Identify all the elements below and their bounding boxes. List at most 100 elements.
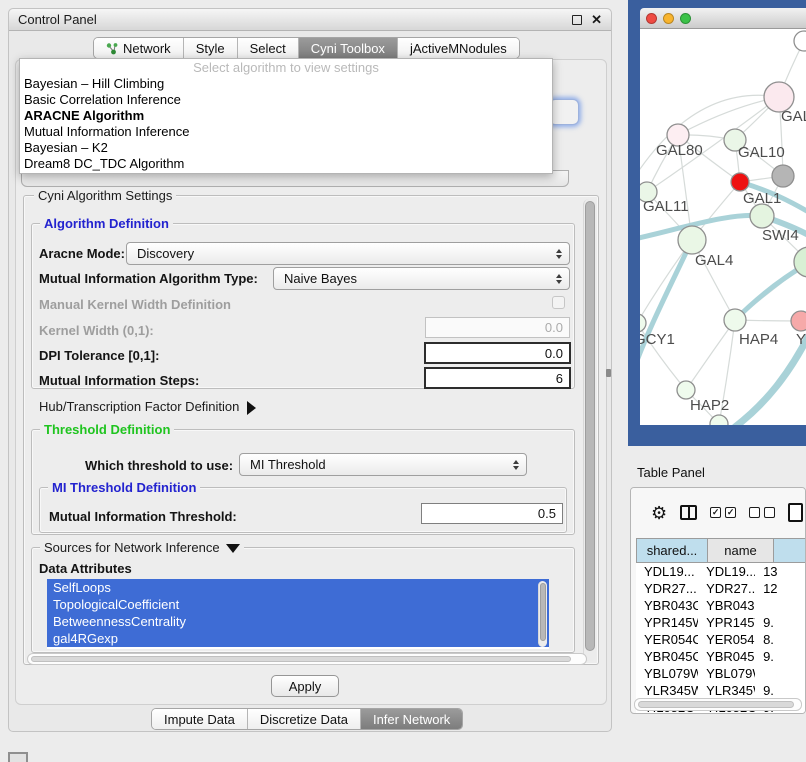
table-cell: YDL19... <box>698 564 755 579</box>
network-node[interactable] <box>772 165 794 187</box>
table-body: YDL19...YDL19...13YDR27...YDR27...12YBR0… <box>636 563 806 714</box>
table-cell: YBR045C <box>698 649 755 664</box>
table-row[interactable]: YDR27...YDR27...12 <box>636 580 806 597</box>
table-row[interactable]: YBL079WYBL079W <box>636 665 806 682</box>
close-window-icon[interactable]: ✕ <box>591 15 602 25</box>
dpi-tolerance-field[interactable]: 0.0 <box>424 342 571 364</box>
table-hscrollbar-thumb[interactable] <box>638 701 794 708</box>
table-row[interactable]: YBR043CYBR043C <box>636 597 806 614</box>
apply-button-label: Apply <box>289 679 322 694</box>
network-node[interactable] <box>750 204 774 228</box>
tab-discretize-data-label: Discretize Data <box>260 712 348 727</box>
node-label-gcy1: GCY1 <box>640 331 675 348</box>
which-threshold-value: MI Threshold <box>250 457 326 472</box>
column-header-name[interactable]: name <box>708 538 774 563</box>
tab-style[interactable]: Style <box>184 38 238 58</box>
network-node[interactable] <box>640 314 646 332</box>
network-window-titlebar[interactable] <box>640 8 806 29</box>
hub-expander[interactable]: Hub/Transcription Factor Definition <box>39 399 256 415</box>
gear-icon[interactable]: ⚙ <box>651 504 667 522</box>
node-label-gal: GAL <box>781 108 806 125</box>
float-window-icon[interactable] <box>572 15 582 25</box>
table-row[interactable]: YPR145WYPR145W9. <box>636 614 806 631</box>
table-cell: YBL079W <box>698 666 755 681</box>
dropdown-item-bayesian-hill-climbing[interactable]: Bayesian – Hill Climbing <box>20 76 552 92</box>
close-traffic-light[interactable] <box>646 13 657 24</box>
manual-kernel-width-checkbox[interactable] <box>552 296 565 309</box>
table-row[interactable]: YDL19...YDL19...13 <box>636 563 806 580</box>
focused-combo-fragment[interactable] <box>549 99 579 125</box>
attribute-item-selfloops[interactable]: SelfLoops <box>47 579 549 596</box>
columns-icon[interactable] <box>680 505 697 520</box>
aracne-mode-combo[interactable]: Discovery <box>126 242 570 265</box>
file-icon[interactable] <box>788 503 803 522</box>
tab-jactivemnodules[interactable]: jActiveMNodules <box>398 38 519 58</box>
table-cell: YDR27... <box>636 581 698 596</box>
network-edge[interactable] <box>640 240 692 374</box>
node-label-swi4: SWI4 <box>762 227 799 244</box>
tab-impute-data[interactable]: Impute Data <box>152 709 248 729</box>
attribute-item-topologicalcoefficient[interactable]: TopologicalCoefficient <box>47 596 549 613</box>
dropdown-item-mutual-information-inference[interactable]: Mutual Information Inference <box>20 124 552 140</box>
dpi-tolerance-label: DPI Tolerance [0,1]: <box>39 348 159 363</box>
table-horizontal-scrollbar[interactable] <box>634 698 802 711</box>
attributes-scrollbar-thumb[interactable] <box>540 583 546 641</box>
settings-vertical-scrollbar[interactable] <box>583 199 596 661</box>
dropdown-item-dream8-dc-tdc-algorithm[interactable]: Dream8 DC_TDC Algorithm <box>20 156 552 172</box>
select-all-icon[interactable]: ✓✓ <box>710 507 736 518</box>
mi-threshold-field[interactable]: 0.5 <box>421 503 563 524</box>
attribute-item-gal4rgexp[interactable]: gal4RGexp <box>47 630 549 647</box>
combo-stepper-icon <box>556 274 562 284</box>
network-canvas[interactable]: GALGAL80GAL10GAL1GAL11SWI4GAL4GCY1HAP4YH… <box>640 29 806 425</box>
dropdown-item-bayesian-k2[interactable]: Bayesian – K2 <box>20 140 552 156</box>
bottom-left-partial-icon[interactable] <box>8 752 28 762</box>
table-row[interactable]: YLR345WYLR345W9. <box>636 682 806 699</box>
table-row[interactable]: YER054CYER054C8. <box>636 631 806 648</box>
mi-steps-value: 6 <box>556 371 563 386</box>
manual-kernel-width-label: Manual Kernel Width Definition <box>39 297 231 312</box>
table-panel-title: Table Panel <box>637 465 705 480</box>
expander-down-icon[interactable] <box>226 544 240 553</box>
node-label-gal1: GAL1 <box>743 190 781 207</box>
table-cell: YBR043C <box>636 598 698 613</box>
minimize-traffic-light[interactable] <box>663 13 674 24</box>
dropdown-item-basic-correlation-inference[interactable]: Basic Correlation Inference <box>20 92 552 108</box>
algorithm-definition-title: Algorithm Definition <box>40 216 173 231</box>
network-edge[interactable] <box>735 261 806 320</box>
table-row[interactable]: YBR045CYBR045C9. <box>636 648 806 665</box>
zoom-traffic-light[interactable] <box>680 13 691 24</box>
tab-cyni-toolbox[interactable]: Cyni Toolbox <box>299 38 398 58</box>
network-edge[interactable] <box>686 320 735 390</box>
kernel-width-field[interactable]: 0.0 <box>425 317 570 338</box>
control-panel-titlebar: Control Panel ✕ <box>9 9 611 31</box>
panel-divider-handle[interactable] <box>606 369 611 377</box>
network-node[interactable] <box>724 309 746 331</box>
settings-hscrollbar-thumb[interactable] <box>31 656 571 662</box>
deselect-all-icon[interactable] <box>749 507 775 518</box>
aracne-mode-label: Aracne Mode: <box>39 246 125 261</box>
mi-steps-field[interactable]: 6 <box>424 367 571 389</box>
table-cell: 12 <box>755 581 806 596</box>
settings-scrollbar-thumb[interactable] <box>585 201 595 651</box>
sources-title-text: Sources for Network Inference <box>44 540 220 555</box>
node-label-gal80: GAL80 <box>656 142 703 159</box>
mi-algorithm-type-combo[interactable]: Naive Bayes <box>273 267 570 290</box>
attribute-item-betweennesscentrality[interactable]: BetweennessCentrality <box>47 613 549 630</box>
tab-network[interactable]: Network <box>94 38 184 58</box>
dropdown-item-aracne-algorithm[interactable]: ARACNE Algorithm <box>20 108 552 124</box>
tab-select[interactable]: Select <box>238 38 299 58</box>
network-node[interactable] <box>791 311 806 331</box>
network-view-window: GALGAL80GAL10GAL1GAL11SWI4GAL4GCY1HAP4YH… <box>628 0 806 446</box>
dropdown-items: Bayesian – Hill ClimbingBasic Correlatio… <box>20 76 552 172</box>
tab-discretize-data[interactable]: Discretize Data <box>248 709 361 729</box>
settings-horizontal-scrollbar[interactable] <box>27 653 587 665</box>
tab-infer-network[interactable]: Infer Network <box>361 709 462 729</box>
network-node[interactable] <box>794 31 806 51</box>
network-node[interactable] <box>731 173 749 191</box>
column-header-partial[interactable] <box>774 538 806 563</box>
network-node[interactable] <box>678 226 706 254</box>
apply-button[interactable]: Apply <box>271 675 339 697</box>
attributes-list-scrollbar[interactable] <box>538 581 547 647</box>
which-threshold-combo[interactable]: MI Threshold <box>239 453 527 476</box>
column-header-shared[interactable]: shared... <box>636 538 708 563</box>
